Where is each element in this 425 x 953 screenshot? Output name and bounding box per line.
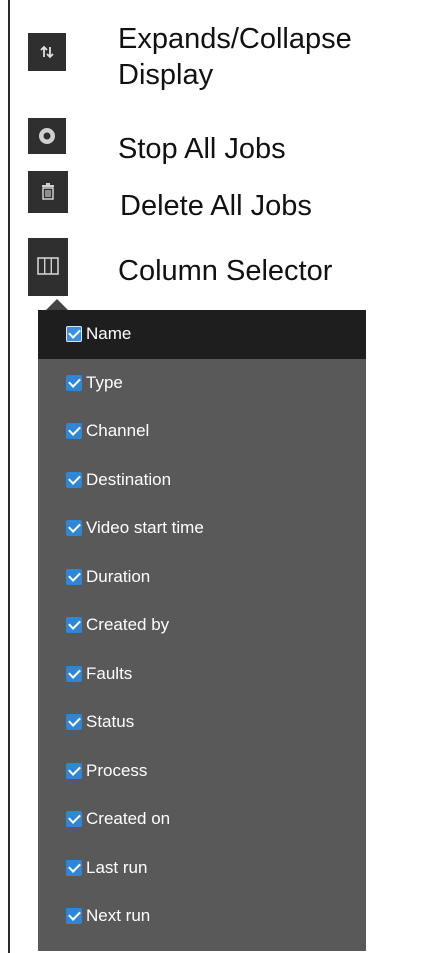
column-option-process[interactable]: Process (38, 747, 366, 796)
column-option-label: Created by (86, 615, 170, 635)
checkbox-checked-icon[interactable] (66, 568, 82, 585)
checkbox-checked-icon[interactable] (66, 762, 82, 779)
checkbox-checked-icon[interactable] (66, 520, 82, 537)
column-option-faults[interactable]: Faults (38, 650, 366, 699)
column-option-label: Type (86, 372, 123, 392)
column-option-label: Faults (86, 663, 133, 683)
column-option-label: Channel (86, 421, 150, 441)
column-option-label: Status (86, 712, 135, 732)
column-option-created-by[interactable]: Created by (38, 601, 366, 650)
column-option-label: Video start time (86, 518, 204, 538)
legend-expand: Expands/Collapse Display (28, 22, 352, 94)
column-option-label: Process (86, 760, 148, 780)
checkbox-checked-icon[interactable] (66, 714, 82, 731)
columns-icon[interactable] (28, 238, 68, 296)
legend-delete: Delete All Jobs (28, 171, 312, 225)
column-option-name[interactable]: Name (38, 310, 366, 359)
checkbox-checked-icon[interactable] (66, 617, 82, 634)
legend-stop: Stop All Jobs (28, 118, 286, 168)
column-option-created-on[interactable]: Created on (38, 795, 366, 844)
checkbox-checked-icon[interactable] (66, 471, 82, 488)
stop-all-jobs-label: Stop All Jobs (118, 133, 286, 165)
column-option-label: Name (86, 324, 132, 344)
column-option-video-start-time[interactable]: Video start time (38, 504, 366, 553)
checkbox-checked-icon[interactable] (66, 423, 82, 440)
column-option-destination[interactable]: Destination (38, 456, 366, 505)
column-option-channel[interactable]: Channel (38, 407, 366, 456)
trash-icon[interactable] (28, 171, 68, 213)
column-selector-dropdown: Name Type Channel Destination Video star… (38, 310, 366, 951)
checkbox-checked-icon[interactable] (66, 665, 82, 682)
stop-icon[interactable] (28, 118, 66, 154)
expand-collapse-icon[interactable] (28, 33, 66, 71)
column-option-label: Last run (86, 857, 148, 877)
column-option-label: Created on (86, 809, 171, 829)
left-border (8, 0, 10, 953)
checkbox-checked-icon[interactable] (66, 908, 82, 925)
column-option-label: Destination (86, 469, 172, 489)
expand-collapse-label: Expands/Collapse Display (118, 23, 352, 91)
delete-all-jobs-label: Delete All Jobs (120, 190, 312, 222)
column-selector-label: Column Selector (118, 255, 333, 287)
column-option-label: Next run (86, 906, 151, 926)
column-option-type[interactable]: Type (38, 359, 366, 408)
column-option-duration[interactable]: Duration (38, 553, 366, 602)
column-option-last-run[interactable]: Last run (38, 844, 366, 893)
checkbox-checked-icon[interactable] (66, 859, 82, 876)
checkbox-checked-icon[interactable] (66, 811, 82, 828)
column-option-status[interactable]: Status (38, 698, 366, 747)
checkbox-checked-icon[interactable] (66, 374, 82, 391)
column-option-label: Duration (86, 566, 151, 586)
checkbox-checked-icon[interactable] (66, 326, 82, 343)
column-option-next-run[interactable]: Next run (38, 892, 366, 941)
